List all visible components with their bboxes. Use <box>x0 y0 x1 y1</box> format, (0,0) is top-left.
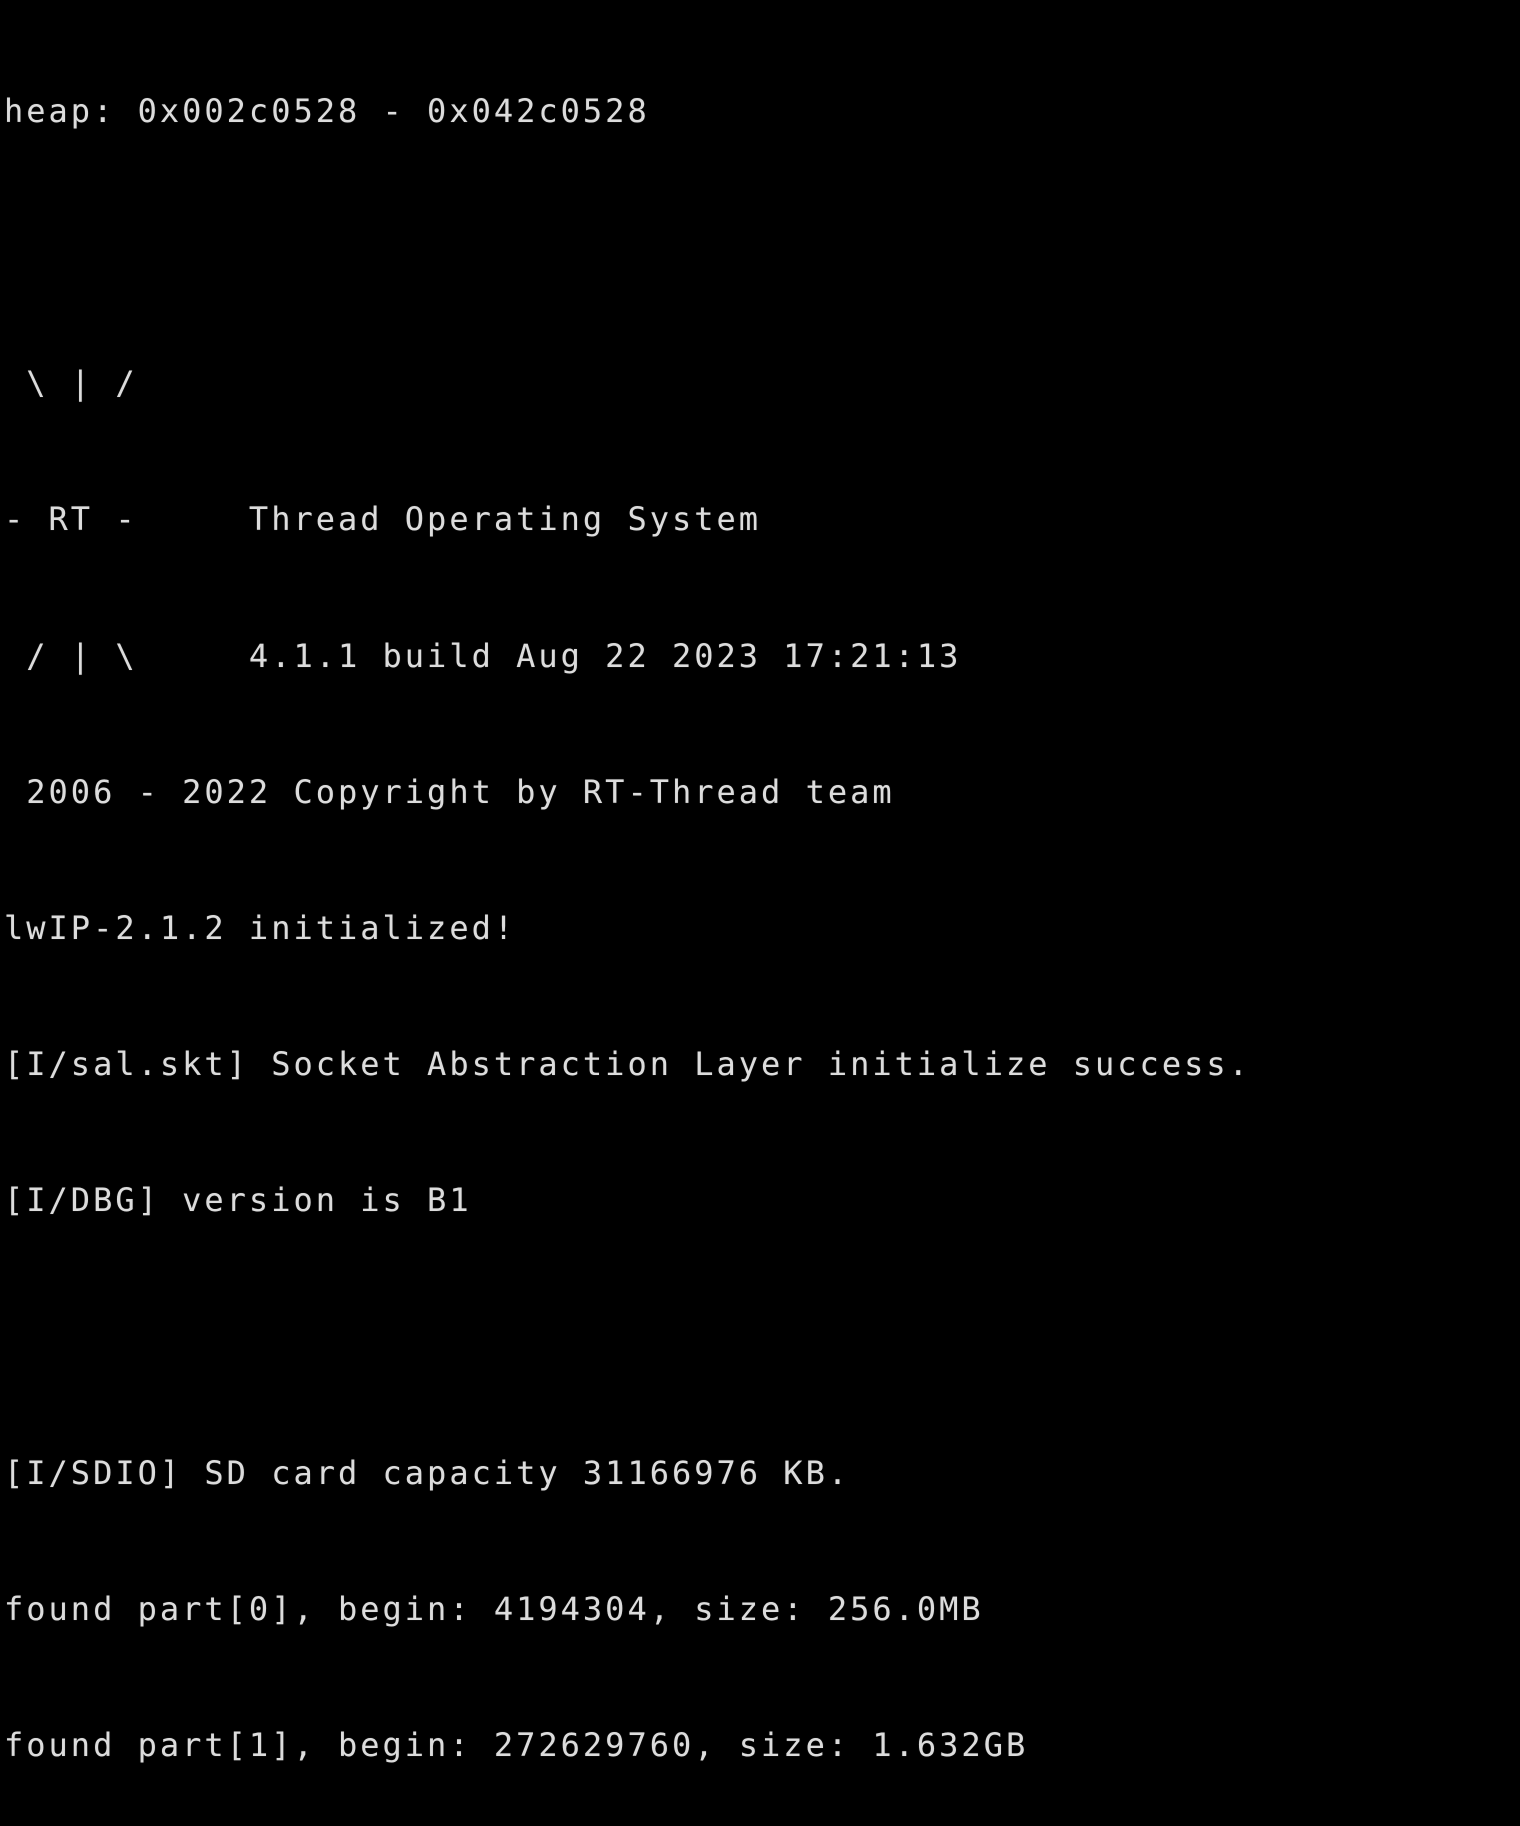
terminal-window[interactable]: heap: 0x002c0528 - 0x042c0528 \ | / - RT… <box>0 0 1520 1764</box>
console-line: [I/SDIO] SD card capacity 31166976 KB. <box>4 1453 851 1492</box>
console-line: [I/sal.skt] Socket Abstraction Layer ini… <box>4 1045 1251 1084</box>
console-line: 2006 - 2022 Copyright by RT-Thread team <box>4 772 895 811</box>
console-line: [I/DBG] version is B1 <box>4 1181 472 1220</box>
console-line: found part[1], begin: 272629760, size: 1… <box>4 1726 1029 1765</box>
console-line: heap: 0x002c0528 - 0x042c0528 <box>4 91 650 130</box>
console-line: found part[0], begin: 4194304, size: 256… <box>4 1590 984 1629</box>
console-output: heap: 0x002c0528 - 0x042c0528 \ | / - RT… <box>4 0 1251 1826</box>
console-line: - RT - Thread Operating System <box>4 500 762 539</box>
console-line: / | \ 4.1.1 build Aug 22 2023 17:21:13 <box>4 636 962 675</box>
console-line: \ | / <box>4 364 138 403</box>
